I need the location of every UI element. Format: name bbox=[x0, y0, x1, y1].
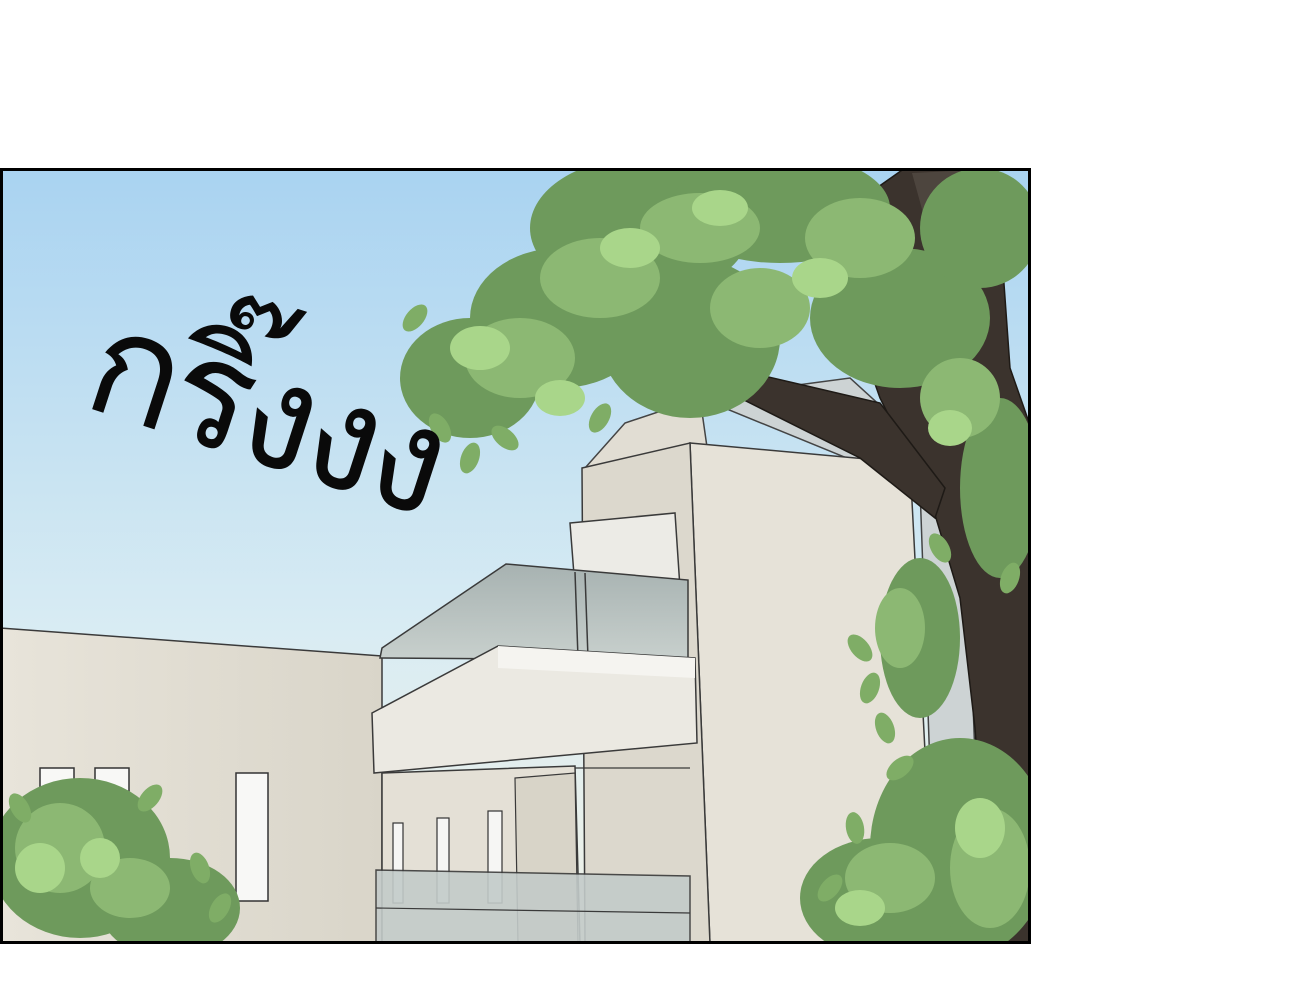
comic-page: กริ๊งงง bbox=[0, 0, 1300, 1000]
